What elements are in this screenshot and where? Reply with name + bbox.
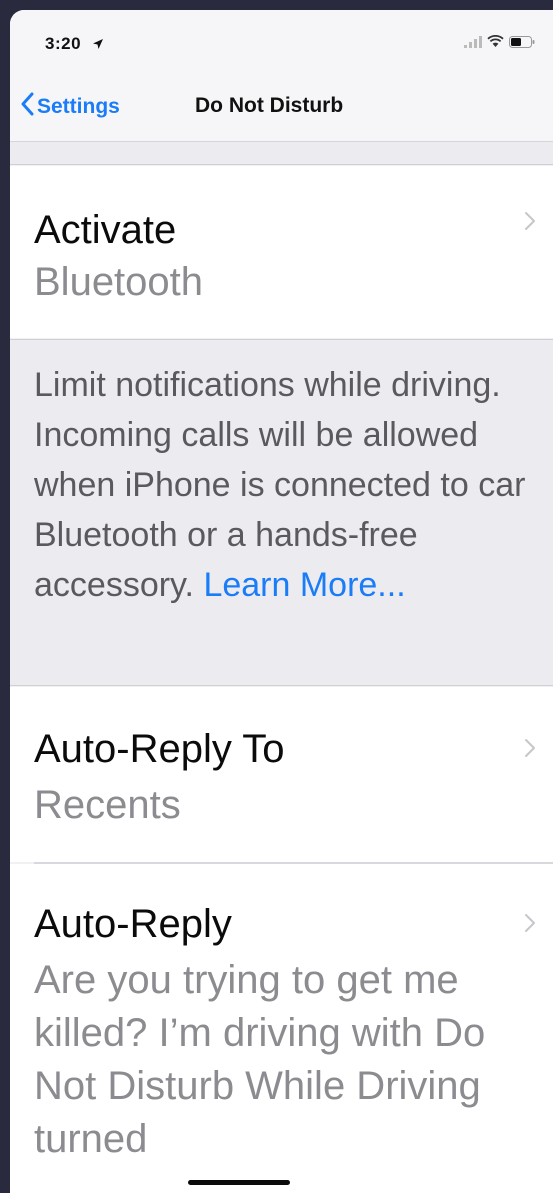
navigation-bar: Settings Do Not Disturb [10, 72, 553, 142]
activate-value: Bluetooth [34, 260, 204, 304]
learn-more-link[interactable]: Learn More... [203, 566, 405, 604]
cellular-signal-icon [464, 35, 482, 53]
activate-title: Activate [34, 208, 177, 252]
phone-screen: 3:20 Settings Do Not Disturb Activate Bl… [10, 10, 553, 1193]
location-arrow-icon [92, 37, 104, 55]
chevron-left-icon [20, 92, 34, 121]
auto-reply-row[interactable]: Auto-Reply Are you trying to get me kill… [10, 864, 553, 1193]
section-spacer [10, 142, 553, 165]
chevron-right-icon [523, 210, 537, 232]
section-footer: Limit notifications while driving. Incom… [10, 339, 553, 686]
chevron-right-icon [523, 912, 537, 934]
status-time: 3:20 [45, 34, 82, 53]
page-title: Do Not Disturb [195, 94, 344, 117]
home-indicator[interactable] [188, 1180, 290, 1185]
chevron-right-icon [523, 737, 537, 759]
back-button-label: Settings [37, 94, 120, 118]
wifi-icon [487, 34, 504, 53]
auto-reply-to-value: Recents [34, 783, 181, 827]
status-icons [464, 34, 535, 53]
activate-row[interactable]: Activate Bluetooth [10, 166, 553, 338]
battery-icon [509, 35, 535, 53]
auto-reply-to-row[interactable]: Auto-Reply To Recents [10, 687, 553, 862]
back-button[interactable]: Settings [20, 92, 120, 121]
auto-reply-to-title: Auto-Reply To [34, 727, 285, 771]
status-bar: 3:20 [10, 10, 553, 72]
auto-reply-title: Auto-Reply [34, 902, 232, 946]
footer-description: Limit notifications while driving. Incom… [34, 360, 549, 610]
auto-reply-message: Are you trying to get me killed? I’m dri… [34, 958, 486, 1161]
